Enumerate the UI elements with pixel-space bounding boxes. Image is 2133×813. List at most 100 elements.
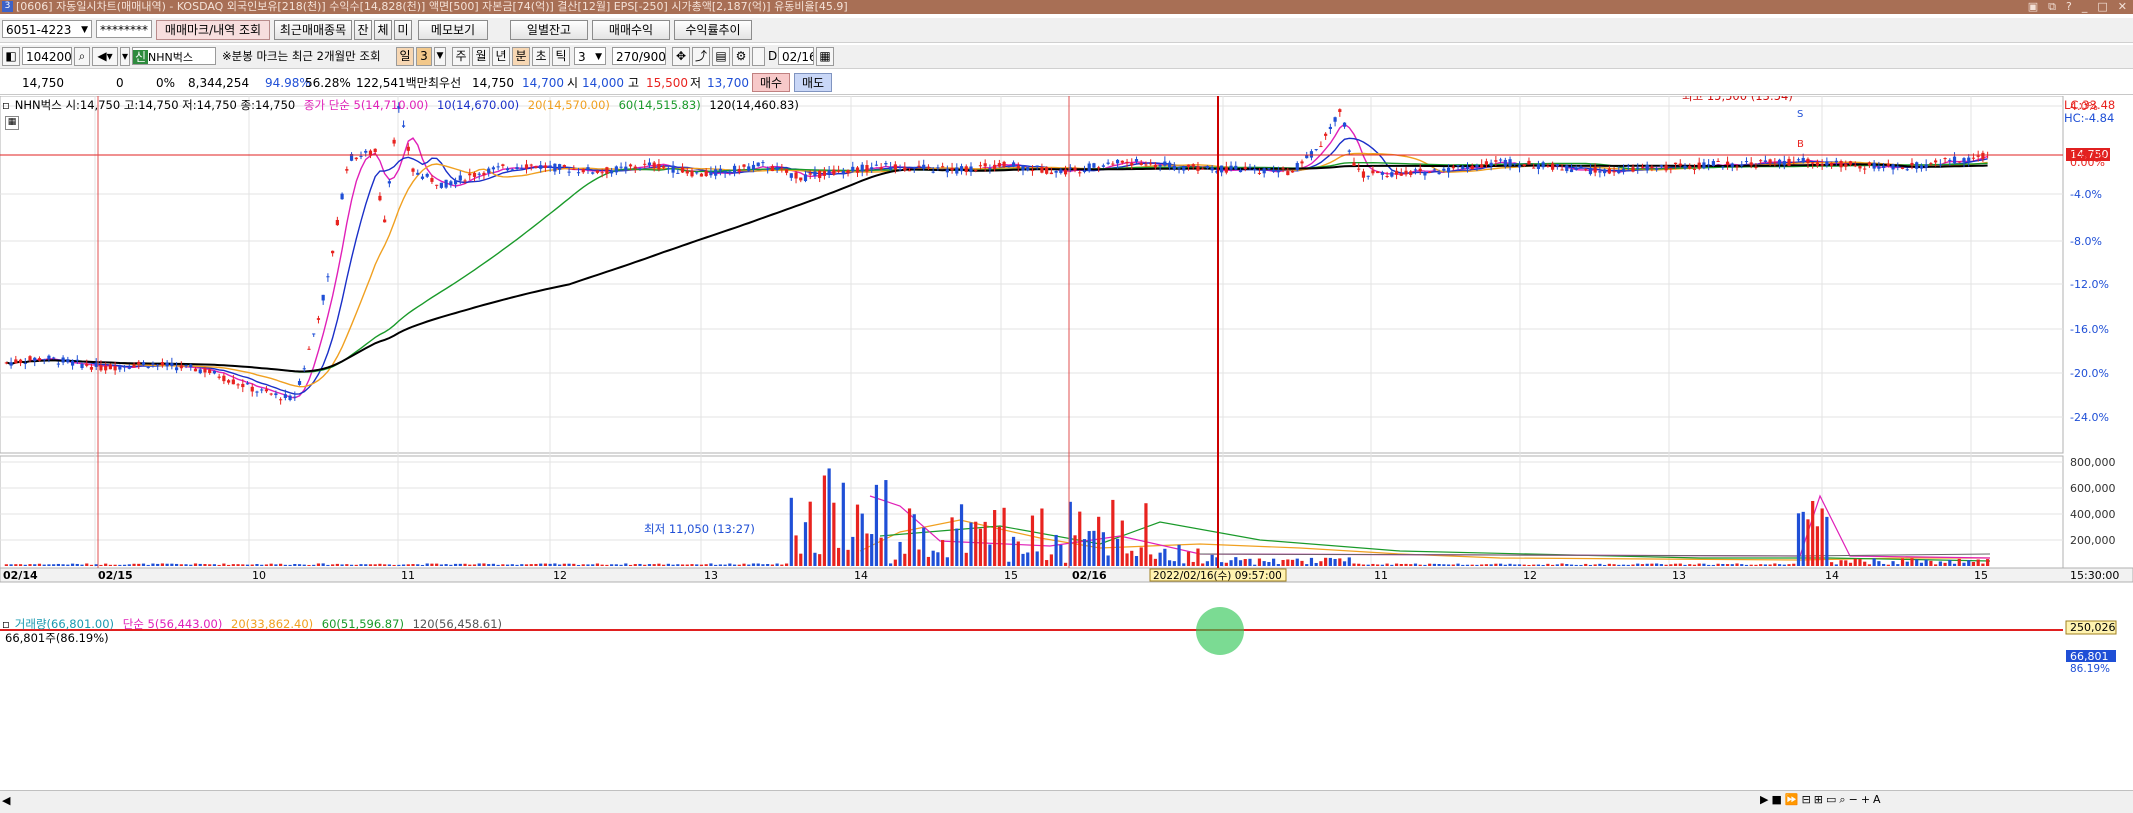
volume-bar [387, 564, 391, 566]
balance-button[interactable]: 잔 [354, 20, 372, 40]
vol-ma20-legend: 20(33,862.40) [231, 617, 314, 631]
layout-small-icon[interactable]: ▭ [1826, 793, 1836, 807]
candle-body [453, 180, 458, 185]
save-icon[interactable]: ▤ [712, 47, 730, 66]
candle-body [1900, 167, 1905, 169]
minimize-icon[interactable]: _ [2082, 0, 2088, 14]
candle-body [491, 167, 496, 170]
period-tick-button[interactable]: 틱 [552, 47, 570, 66]
help-icon[interactable]: ? [2066, 0, 2072, 14]
range-input[interactable]: 270/900 [612, 47, 666, 65]
chevron-down-icon[interactable]: ▼ [434, 47, 446, 66]
volume-bar [345, 564, 349, 566]
candle-body [241, 383, 245, 388]
volume-bar [496, 564, 500, 566]
candle-body [1423, 172, 1427, 176]
search-icon[interactable]: ⌕ [74, 47, 90, 66]
candle-body [1399, 173, 1403, 176]
recent-trades-button[interactable]: 최근매매종목 [274, 20, 352, 40]
candle-body [884, 163, 888, 165]
interval-select[interactable]: 3 ▼ [574, 47, 606, 65]
period-week-button[interactable]: 주 [452, 47, 470, 66]
sell-button[interactable]: 매도 [794, 73, 832, 92]
period-minute-button[interactable]: 분 [512, 47, 530, 66]
volume-bar [439, 564, 443, 566]
volume-bar [699, 564, 704, 566]
candle-body [699, 173, 704, 177]
zoom-in-icon[interactable]: ⊞ [1814, 793, 1823, 807]
volume-bar [709, 563, 713, 566]
chevron-down-icon[interactable]: ▼ [595, 48, 602, 64]
font-size-icon[interactable]: A [1873, 793, 1881, 807]
chart-canvas[interactable]: 최고 15,500 (13:54)최저 11,050 (13:27)SB14,7… [0, 89, 2133, 790]
candle-body [1045, 167, 1049, 174]
chart-area[interactable]: 최고 15,500 (13:54) 최저 11,050 (13:27) S B 14,7… [0, 89, 2133, 793]
scroll-left-icon[interactable]: ◀ [2, 794, 10, 807]
period-second-button[interactable]: 초 [532, 47, 550, 66]
trade-history-button[interactable]: 매매마크/내역 조회 [156, 20, 270, 40]
candle-body [690, 170, 694, 177]
volume-bar [1886, 564, 1890, 566]
volume-bar [1007, 561, 1011, 566]
candle-body [1938, 164, 1942, 166]
candle-body [505, 168, 510, 171]
period-year-button[interactable]: 년 [492, 47, 510, 66]
scroll-down-icon[interactable]: ▾ [120, 47, 130, 66]
maximize-icon[interactable]: □ [2097, 0, 2107, 14]
plus-icon[interactable]: + [1861, 793, 1870, 807]
candle-body [874, 164, 879, 166]
candle-body [922, 164, 926, 169]
table-icon[interactable]: ▦ [5, 116, 19, 130]
trend-tool-icon[interactable]: ⤴ [692, 47, 710, 66]
buy-button[interactable]: 매수 [752, 73, 790, 92]
stock-code-input[interactable]: 104200 [22, 47, 72, 65]
layout-icon[interactable]: ◧ [2, 47, 20, 66]
memo-button[interactable]: 메모보기 [418, 20, 488, 40]
pin-icon[interactable]: ▣ [2028, 0, 2038, 14]
restore-icon[interactable]: ⧉ [2048, 0, 2056, 14]
period-month-button[interactable]: 월 [472, 47, 490, 66]
period-count-input[interactable]: 3 [416, 47, 432, 66]
volume-bar [1773, 563, 1777, 566]
close-icon[interactable]: ✕ [2118, 0, 2127, 14]
minus-icon[interactable]: − [1849, 793, 1858, 807]
candle-body [1442, 168, 1446, 171]
candle-body [1806, 158, 1810, 164]
crosshair-icon[interactable]: ✥ [672, 47, 690, 66]
trade-profit-button[interactable]: 매매수익 [592, 20, 670, 40]
volume-legend-title: 거래량(66,801.00) [14, 617, 115, 631]
account-select[interactable]: 6051-4223 ▼ [2, 20, 92, 38]
gear-icon[interactable]: ⚙ [732, 47, 750, 66]
period-day-button[interactable]: 일 [396, 47, 414, 66]
volume-bar [732, 564, 737, 566]
speaker-icon[interactable]: ◀▾ [92, 47, 118, 66]
candle-body [307, 348, 311, 350]
volume-bar [945, 557, 949, 566]
magnify-icon[interactable]: ⌕ [1839, 793, 1845, 807]
volume-bar [1503, 564, 1507, 566]
calendar-icon[interactable]: ▦ [816, 47, 834, 66]
candle-body [1078, 172, 1082, 174]
stock-name-box[interactable]: 신 NHN벅스 [132, 47, 216, 65]
fast-forward-icon[interactable]: ⏩ [1785, 793, 1799, 807]
volume-bar [775, 563, 779, 566]
zoom-out-icon[interactable]: ⊟ [1802, 793, 1811, 807]
candle-body [1782, 160, 1786, 166]
volume-bar [70, 563, 75, 566]
return-trend-button[interactable]: 수익률추이 [674, 20, 752, 40]
play-icon[interactable]: ▶ [1760, 793, 1768, 807]
volume-bar [1934, 564, 1938, 566]
stop-icon[interactable]: ■ [1771, 793, 1781, 807]
scroll-bar[interactable]: ◀ ▶ ■ ⏩ ⊟ ⊞ ▭ ⌕ − + A [0, 790, 2133, 813]
ma120-legend: 120(14,460.83) [709, 98, 799, 112]
date-checkbox[interactable] [752, 47, 765, 66]
date-input[interactable]: 02/16 [778, 47, 814, 65]
unexecuted-button[interactable]: 미 [394, 20, 412, 40]
volume-bar [1272, 558, 1276, 566]
daily-balance-button[interactable]: 일별잔고 [510, 20, 588, 40]
chevron-down-icon[interactable]: ▼ [81, 21, 88, 37]
executed-button[interactable]: 체 [374, 20, 392, 40]
password-field[interactable]: ******** [96, 20, 152, 38]
candle-body [482, 172, 486, 176]
candle-body [1532, 167, 1536, 169]
